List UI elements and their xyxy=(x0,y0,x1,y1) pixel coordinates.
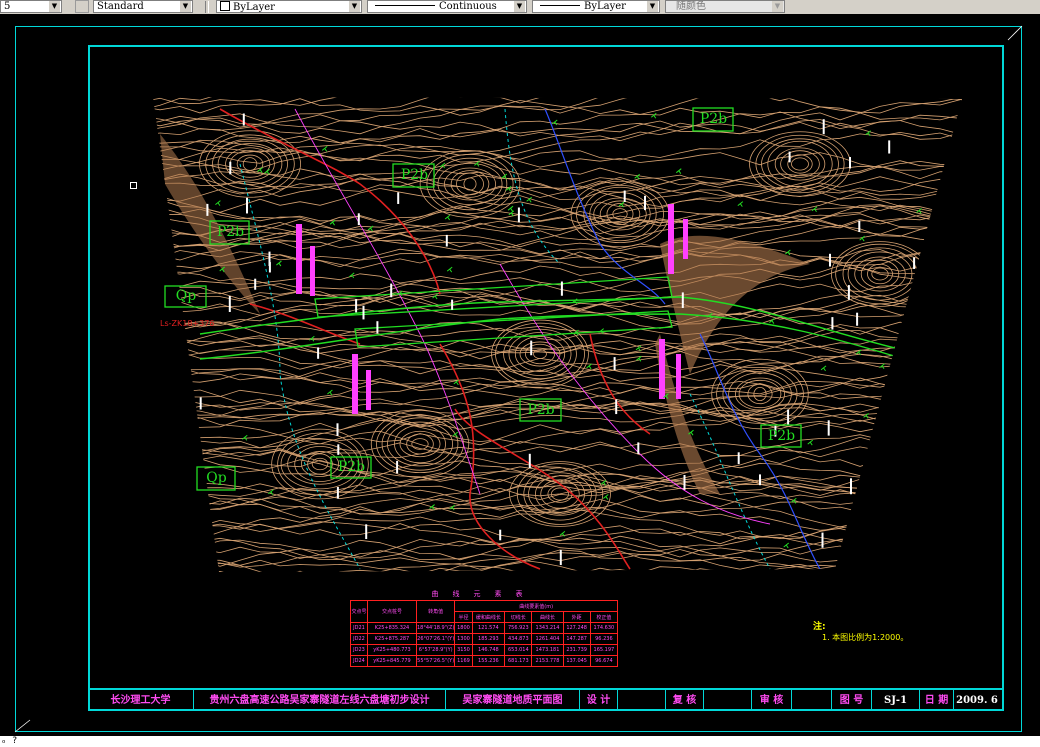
color-value: ByLayer xyxy=(233,2,275,13)
linetype-dropdown[interactable]: Continuous ▼ xyxy=(367,0,527,13)
chevron-down-icon: ▼ xyxy=(180,1,191,12)
chevron-down-icon: ▼ xyxy=(349,1,360,12)
lineweight-preview xyxy=(540,5,580,6)
plotstyle-value: 随颜色 xyxy=(676,1,706,12)
chevron-down-icon: ▼ xyxy=(772,1,783,12)
command-line[interactable]: ₒ ? xyxy=(0,736,1040,747)
color-dropdown[interactable]: ByLayer ▼ xyxy=(216,0,362,13)
properties-toolbar: 5 ▼ Standard ▼ ByLayer ▼ Continuous ▼ By… xyxy=(0,0,1040,15)
cursor-lines xyxy=(14,25,1023,733)
chevron-down-icon: ▼ xyxy=(49,1,60,12)
lineweight-dropdown[interactable]: ByLayer ▼ xyxy=(532,0,660,13)
text-style-value: Standard xyxy=(97,1,144,12)
text-style-icon[interactable] xyxy=(75,0,89,13)
lineweight-value: ByLayer xyxy=(584,1,626,12)
drawing-canvas[interactable]: Ls-ZK18+376 P2b P2b P2b P2b P2b P2b Qp Q… xyxy=(0,14,1040,736)
linetype-preview xyxy=(375,5,435,6)
text-style-dropdown[interactable]: Standard ▼ xyxy=(93,0,193,13)
color-swatch xyxy=(220,1,230,11)
layer-dropdown-value: 5 xyxy=(4,1,11,12)
plotstyle-dropdown[interactable]: 随颜色 ▼ xyxy=(665,0,785,13)
linetype-value: Continuous xyxy=(439,1,497,12)
chevron-down-icon: ▼ xyxy=(647,1,658,12)
layer-dropdown[interactable]: 5 ▼ xyxy=(0,0,62,13)
chevron-down-icon: ▼ xyxy=(514,1,525,12)
toolbar-separator xyxy=(205,1,209,13)
